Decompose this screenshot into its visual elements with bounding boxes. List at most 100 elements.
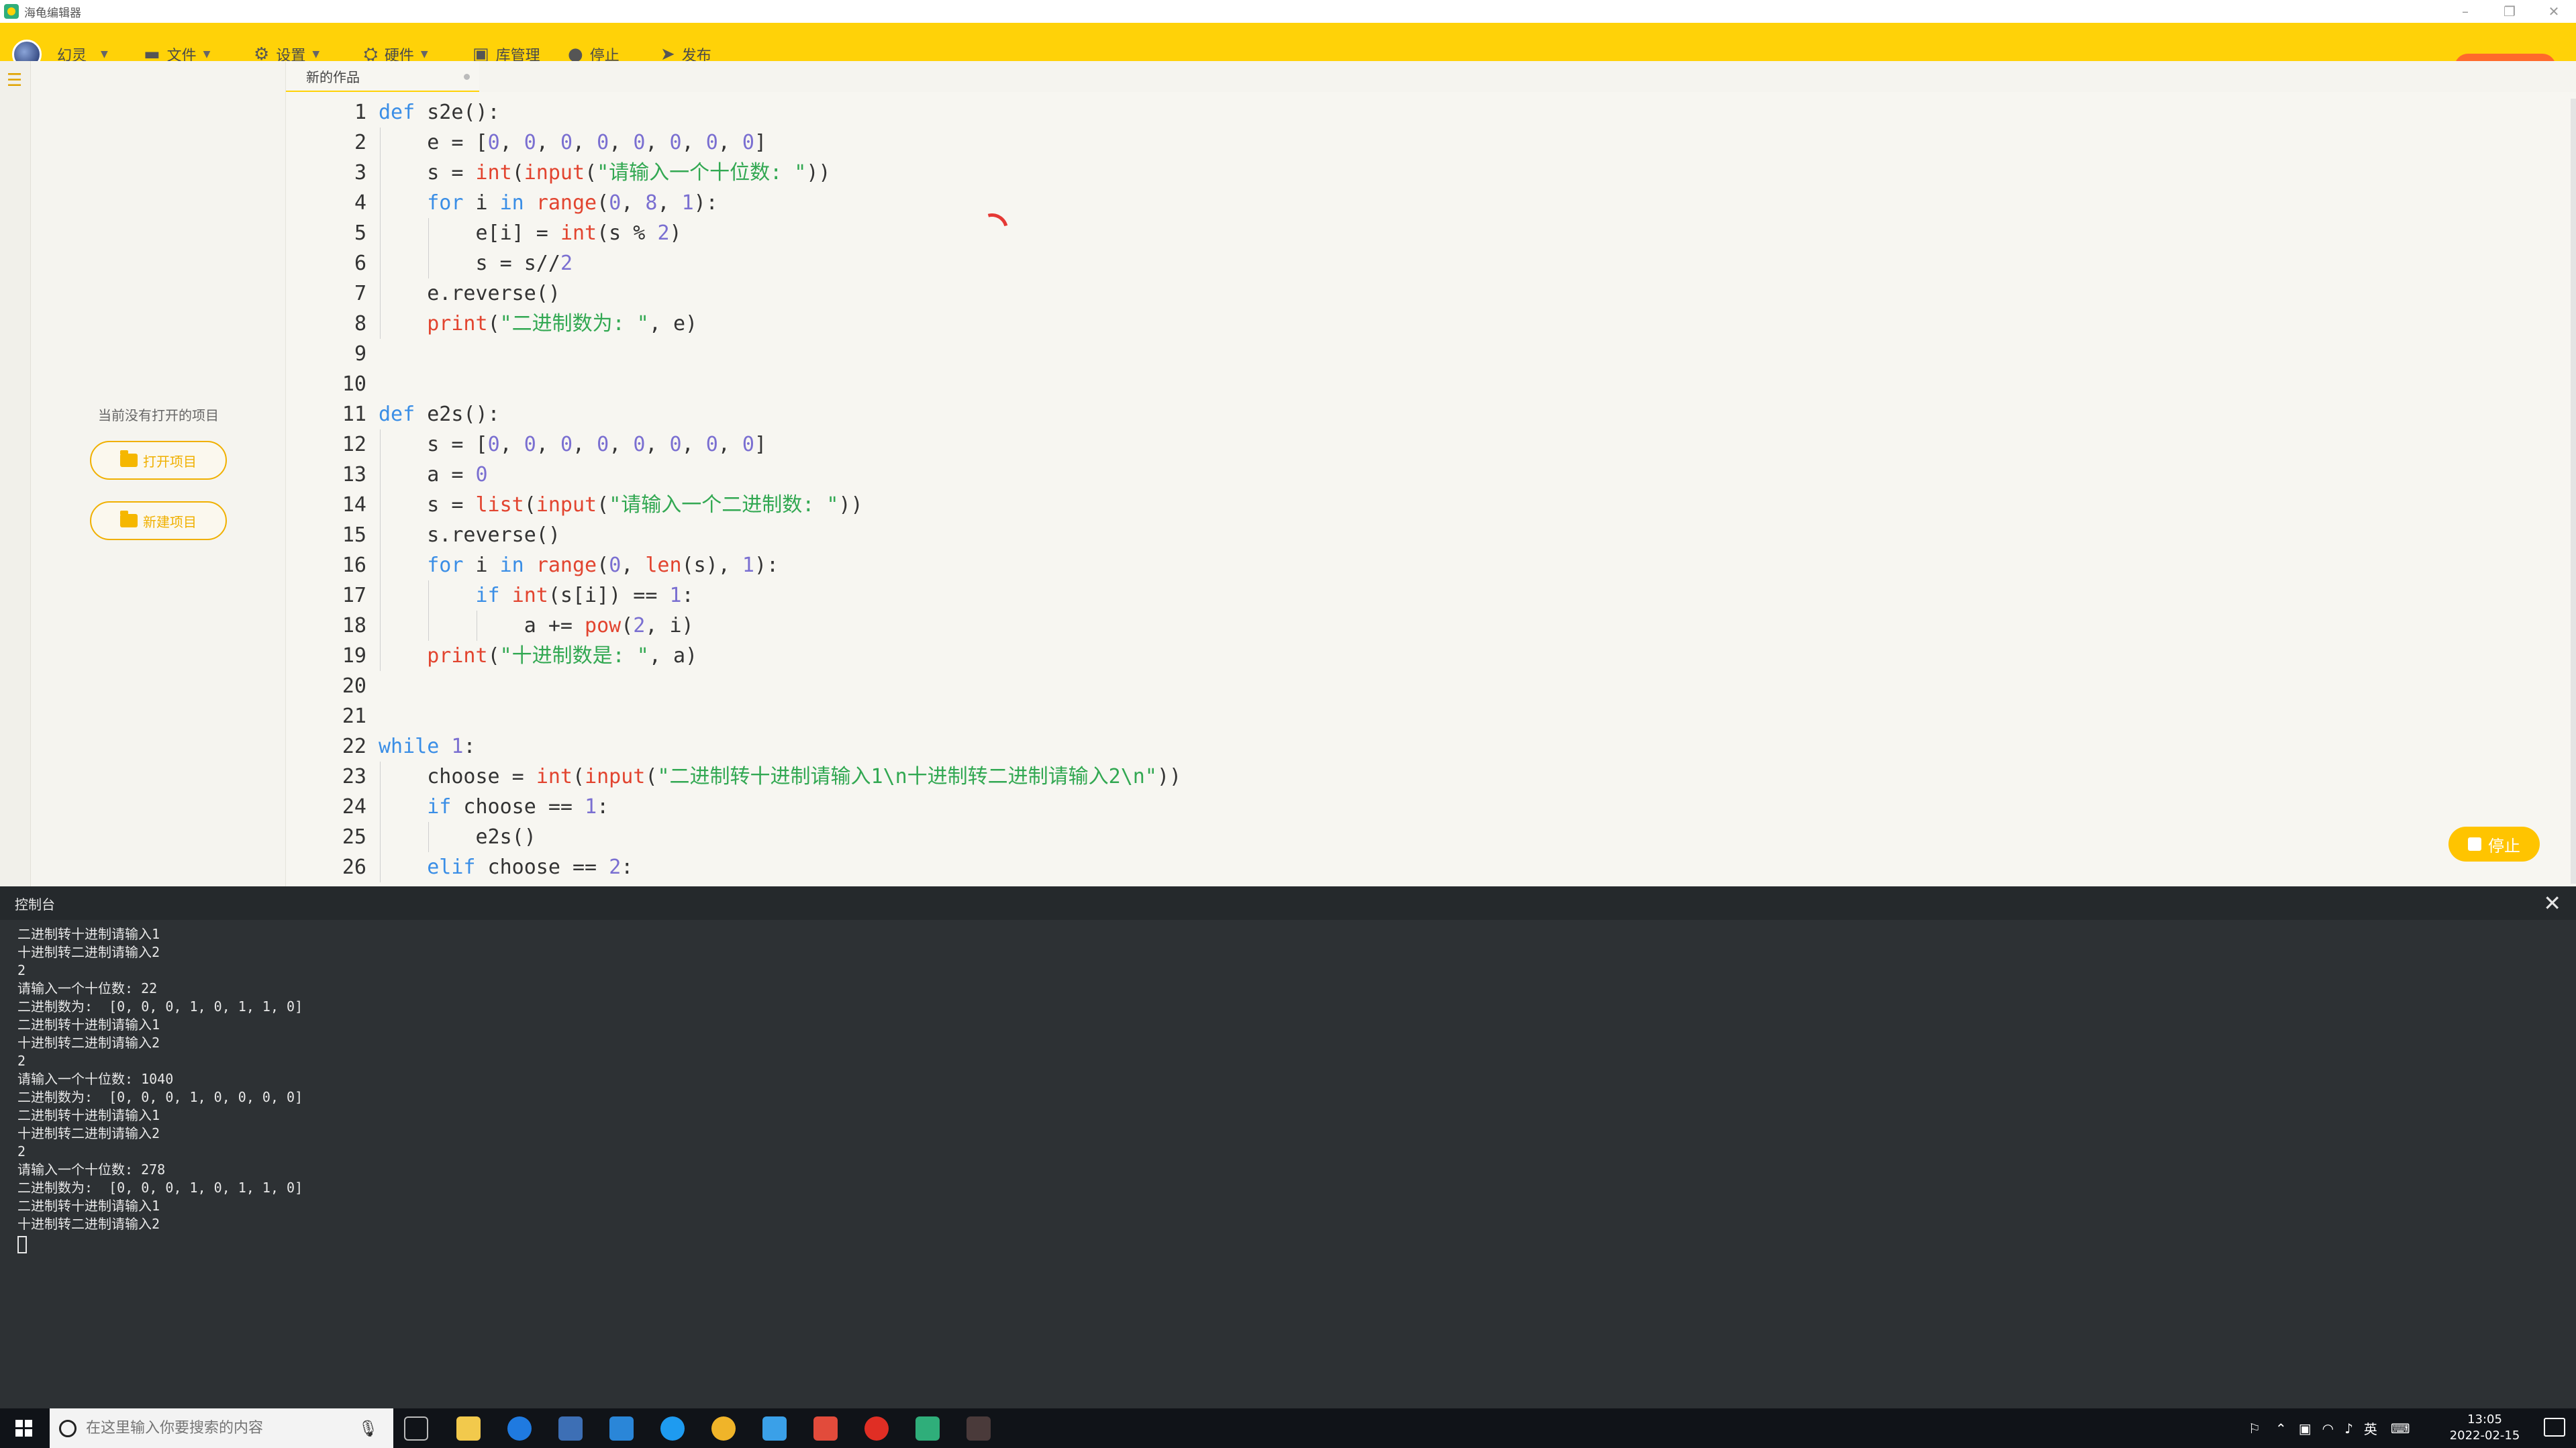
code-line[interactable]: print("十进制数是: ", a) <box>379 641 697 671</box>
line-number: 1 <box>354 101 366 124</box>
code-line[interactable]: s = list(input("请输入一个二进制数: ")) <box>379 490 862 520</box>
code-line[interactable]: choose = int(input("二进制转十进制请输入1\n十进制转二进制… <box>379 762 1181 792</box>
code-line[interactable]: a = 0 <box>379 460 487 490</box>
code-line[interactable]: a += pow(2, i) <box>379 611 694 641</box>
indent-guide <box>380 822 381 852</box>
app-icon-round-red[interactable] <box>864 1416 889 1441</box>
minimize-icon[interactable]: – <box>2443 0 2487 23</box>
indent-guide <box>380 520 381 550</box>
folder-icon <box>120 511 138 527</box>
code-line[interactable]: e = [0, 0, 0, 0, 0, 0, 0, 0] <box>379 127 766 158</box>
console-line: 十进制转二进制请输入2 <box>17 1125 160 1141</box>
code-line[interactable]: for i in range(0, len(s), 1): <box>379 550 779 580</box>
code-line[interactable]: print("二进制数为: ", e) <box>379 309 697 339</box>
line-number: 5 <box>354 221 366 245</box>
line-number: 3 <box>354 161 366 185</box>
microphone-icon[interactable]: 🎙 <box>358 1419 379 1438</box>
qq-browser-icon[interactable] <box>660 1416 685 1441</box>
window-controls: – ❐ ✕ <box>2443 0 2576 23</box>
code-line[interactable]: def e2s(): <box>379 399 500 429</box>
indent-guide <box>380 580 381 611</box>
volume-icon[interactable]: ♪ <box>2344 1420 2353 1437</box>
indent-guide <box>380 429 381 460</box>
line-number: 6 <box>354 252 366 275</box>
console-line: 请输入一个十位数: 22 <box>17 980 158 996</box>
code-line[interactable]: def s2e(): <box>379 97 500 127</box>
indent-guide <box>380 158 381 188</box>
turtle-editor-icon[interactable] <box>915 1416 940 1441</box>
console-line: 2 <box>17 1143 26 1159</box>
code-editor[interactable]: 1 2 3 4 5 6 7 8 9 10 11 12 13 14 15 16 17 18 19 20 21 22 23 24 2… <box>286 92 2576 886</box>
console-cursor[interactable] <box>17 1236 27 1253</box>
code-line[interactable]: s = [0, 0, 0, 0, 0, 0, 0, 0] <box>379 429 766 460</box>
unsaved-dot-icon[interactable] <box>464 74 470 80</box>
code-line[interactable]: elif choose == 2: <box>379 852 633 882</box>
code-line[interactable]: e[i] = int(s % 2) <box>379 218 681 248</box>
file-explorer-icon[interactable] <box>456 1416 481 1441</box>
close-icon[interactable]: ✕ <box>2543 890 2561 916</box>
chevron-down-icon: ▼ <box>420 49 428 60</box>
people-icon[interactable]: ⚐ <box>2248 1420 2261 1437</box>
restore-icon[interactable]: ❐ <box>2487 0 2532 23</box>
code-line[interactable]: for i in range(0, 8, 1): <box>379 188 718 218</box>
app-icon-red[interactable] <box>813 1416 838 1441</box>
chrome-icon[interactable] <box>711 1416 736 1441</box>
edge-browser-icon[interactable] <box>507 1416 532 1441</box>
show-hidden-icon[interactable]: ⌃ <box>2275 1420 2287 1437</box>
taskbar: 🎙 ⚐ ⌃ ▣ ◠ ♪ 英 ⌨ 13:05 2022-02-15 <box>0 1408 2576 1448</box>
line-number: 11 <box>342 403 366 426</box>
clock[interactable]: 13:05 2022-02-15 <box>2444 1412 2525 1444</box>
search-icon <box>59 1419 77 1437</box>
open-project-button[interactable]: 打开项目 <box>90 441 227 480</box>
photos-icon[interactable] <box>762 1416 787 1441</box>
console-title: 控制台 <box>15 896 55 913</box>
line-number: 13 <box>342 463 366 486</box>
code-line[interactable]: if int(s[i]) == 1: <box>379 580 694 611</box>
system-tray: ⚐ ⌃ ▣ ◠ ♪ 英 ⌨ <box>2248 1408 2410 1448</box>
line-number: 19 <box>342 644 366 668</box>
task-view-icon[interactable] <box>404 1416 428 1441</box>
code-line[interactable]: if choose == 1: <box>379 792 609 822</box>
list-menu-icon[interactable]: ☰ <box>7 70 22 91</box>
taskbar-search[interactable]: 🎙 <box>50 1408 393 1448</box>
app-logo-icon <box>4 4 19 19</box>
clock-time: 13:05 <box>2467 1412 2502 1427</box>
clock-date: 2022-02-15 <box>2449 1429 2520 1443</box>
ime-indicator[interactable]: 英 <box>2364 1418 2377 1438</box>
no-project-text: 当前没有打开的项目 <box>98 407 219 423</box>
keyboard-icon[interactable]: ⌨ <box>2391 1420 2410 1437</box>
code-line[interactable]: s.reverse() <box>379 520 560 550</box>
left-rail: ☰ <box>0 61 31 886</box>
console-output[interactable]: 二进制转十进制请输入1 十进制转二进制请输入2 2 请输入一个十位数: 22 二进制数为… <box>17 925 2501 1395</box>
stop-run-button[interactable]: 停止 <box>2448 827 2540 862</box>
mail-icon[interactable] <box>609 1416 634 1441</box>
line-number: 24 <box>342 795 366 819</box>
project-panel: 当前没有打开的项目 打开项目 新建项目 <box>31 61 286 886</box>
security-icon[interactable]: ▣ <box>2299 1420 2312 1437</box>
code-line[interactable]: s = s//2 <box>379 248 573 278</box>
line-number: 16 <box>342 554 366 577</box>
code-line[interactable]: e.reverse() <box>379 278 560 309</box>
notification-icon[interactable] <box>2544 1418 2565 1437</box>
start-button[interactable] <box>0 1408 47 1448</box>
code-area[interactable]: def s2e(): e = [0, 0, 0, 0, 0, 0, 0, 0] … <box>379 92 2526 886</box>
line-number: 10 <box>342 372 366 396</box>
code-line[interactable]: e2s() <box>379 822 536 852</box>
code-line[interactable]: while 1: <box>379 731 476 762</box>
indent-guide <box>380 460 381 490</box>
store-icon[interactable] <box>558 1416 583 1441</box>
line-number: 17 <box>342 584 366 607</box>
console-line: 二进制数为: [0, 0, 0, 1, 0, 1, 1, 0] <box>17 1180 303 1196</box>
active-app-icon[interactable] <box>967 1416 991 1441</box>
close-window-icon[interactable]: ✕ <box>2532 0 2576 23</box>
wifi-icon[interactable]: ◠ <box>2322 1420 2334 1437</box>
indent-guide <box>380 309 381 339</box>
new-project-button[interactable]: 新建项目 <box>90 501 227 540</box>
tab-new-work[interactable]: 新的作品 <box>286 61 479 92</box>
search-input[interactable] <box>86 1420 354 1437</box>
console-line: 二进制数为: [0, 0, 0, 1, 0, 0, 0, 0] <box>17 1089 303 1105</box>
editor-scrollbar[interactable] <box>2571 99 2576 884</box>
indent-guide <box>380 188 381 218</box>
code-line[interactable]: s = int(input("请输入一个十位数: ")) <box>379 158 830 188</box>
indent-guide <box>380 218 381 248</box>
